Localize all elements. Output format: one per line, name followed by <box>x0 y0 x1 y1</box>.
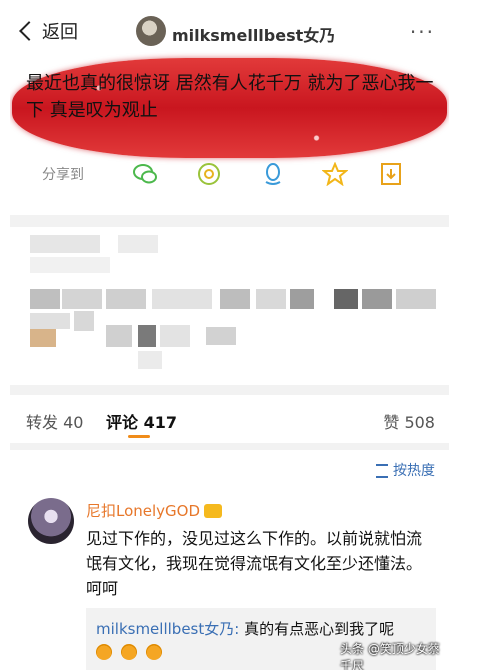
post-text: 最近也真的很惊讶 居然有人花千万 就为了恶心我一下 真是叹为观止 <box>26 73 434 121</box>
background-margin <box>449 0 499 670</box>
comment-username[interactable]: 尼扣LonelyGOD <box>86 500 223 521</box>
blur-block <box>30 235 100 253</box>
vip-badge-icon <box>204 504 223 518</box>
reply-username[interactable]: milksmelllbest女乃: <box>96 620 239 638</box>
blur-block <box>206 327 236 345</box>
blur-block <box>106 325 132 347</box>
comment-list: 按热度 尼扣LonelyGOD 见过下作的，没见过这么下作的。以前说就怕流氓有文… <box>10 450 449 670</box>
blur-block <box>62 289 102 309</box>
page-title: milksmelllbest女乃 <box>172 26 336 45</box>
tab-repost[interactable]: 转发 40 <box>26 409 83 433</box>
qq-icon[interactable] <box>260 162 286 186</box>
share-label: 分享到 <box>42 167 84 183</box>
tab-like[interactable]: 赞 508 <box>383 409 435 433</box>
emoji-row <box>96 644 166 664</box>
reply-content: 真的有点恶心到我了呢 <box>239 620 395 638</box>
blur-block <box>74 311 94 331</box>
blur-block <box>396 289 436 309</box>
blur-block <box>290 289 314 309</box>
blur-block <box>138 325 156 347</box>
laugh-emoji-icon <box>146 644 163 660</box>
sort-label: 按热度 <box>393 463 435 479</box>
watermark: 头条 @笑顶少女蔡千尺 <box>340 642 440 670</box>
tab-bar: 转发 40 评论 417 赞 508 <box>10 395 449 443</box>
tab-comment[interactable]: 评论 417 <box>106 409 177 433</box>
blur-block <box>256 289 286 309</box>
blur-block <box>362 289 392 309</box>
avatar[interactable] <box>136 16 166 46</box>
sort-icon <box>376 464 388 478</box>
chevron-left-icon <box>19 21 39 41</box>
reply-text: milksmelllbest女乃: 真的有点恶心到我了呢 <box>96 618 394 639</box>
blur-block <box>138 351 162 369</box>
more-icon[interactable]: ··· <box>410 20 435 44</box>
blur-block <box>106 289 146 309</box>
phone-screen: 返回 milksmelllbest女乃 ··· 最近也真的很惊讶 居然有人花千万… <box>10 0 449 670</box>
comment-username-text: 尼扣LonelyGOD <box>86 502 201 520</box>
save-icon[interactable] <box>378 162 404 186</box>
blur-block <box>30 289 60 309</box>
blur-block <box>220 289 250 309</box>
sort-button[interactable]: 按热度 <box>376 460 435 480</box>
blur-block <box>30 257 110 273</box>
post-card: 返回 milksmelllbest女乃 ··· 最近也真的很惊讶 居然有人花千万… <box>10 0 449 215</box>
laugh-emoji-icon <box>121 644 138 660</box>
share-row: 分享到 <box>10 158 449 194</box>
avatar[interactable] <box>28 498 74 544</box>
laugh-emoji-icon <box>96 644 112 660</box>
blur-block <box>30 313 70 329</box>
back-label: 返回 <box>42 22 78 43</box>
nav-bar: 返回 milksmelllbest女乃 ··· <box>10 12 449 52</box>
blur-block <box>334 289 358 309</box>
qzone-icon[interactable] <box>322 162 348 186</box>
comment-text: 见过下作的，没见过这么下作的。以前说就怕流氓有文化，我现在觉得流氓有文化至少还懂… <box>86 529 423 598</box>
blur-block <box>30 329 56 347</box>
blur-block <box>152 289 212 309</box>
moments-icon[interactable] <box>196 162 222 186</box>
tab-indicator <box>128 435 150 438</box>
blur-block <box>160 325 190 347</box>
blurred-content <box>10 227 449 385</box>
divider <box>10 215 449 227</box>
wechat-icon[interactable] <box>132 162 158 186</box>
back-button[interactable]: 返回 <box>19 18 78 44</box>
blur-block <box>118 235 158 253</box>
